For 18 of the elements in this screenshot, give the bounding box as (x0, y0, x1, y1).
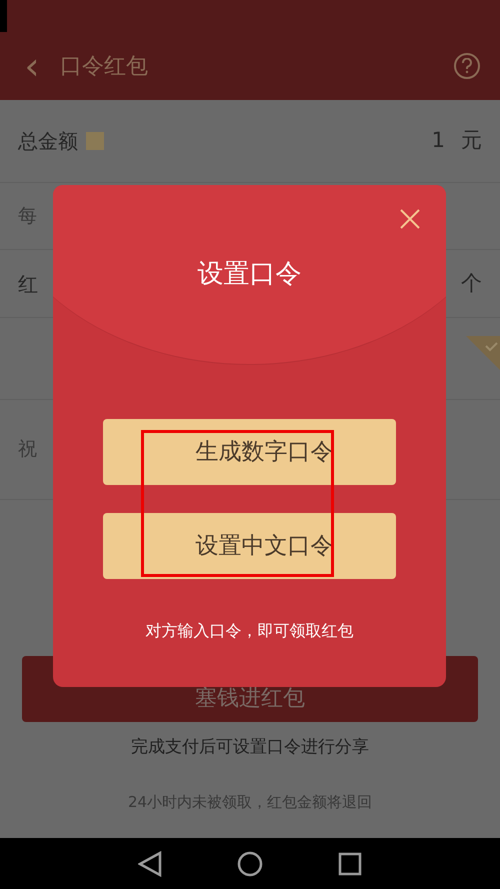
close-icon (400, 209, 420, 229)
recents-square-icon[interactable] (338, 852, 362, 876)
password-option-button[interactable]: 生成数字口令 (103, 419, 396, 485)
amount-value: 1 (432, 127, 445, 154)
page-title: 口令红包 (60, 52, 148, 80)
unit-label: 个 (461, 270, 482, 297)
question-mark-icon (461, 58, 473, 74)
back-triangle-icon[interactable] (138, 850, 162, 876)
field-label: 总金额 (18, 128, 78, 155)
back-button[interactable]: ‹ (20, 47, 44, 85)
dialog-title: 设置口令 (198, 258, 302, 291)
password-option-button[interactable]: 设置中文口令 (103, 513, 396, 579)
share-note: 完成支付后可设置口令进行分享 (131, 736, 369, 759)
dialog-note: 对方输入口令，即可领取红包 (146, 620, 354, 642)
home-circle-icon[interactable] (237, 850, 263, 876)
field-label: 红 (18, 270, 38, 298)
help-button[interactable] (454, 53, 480, 79)
unit-label: 元 (461, 127, 482, 154)
